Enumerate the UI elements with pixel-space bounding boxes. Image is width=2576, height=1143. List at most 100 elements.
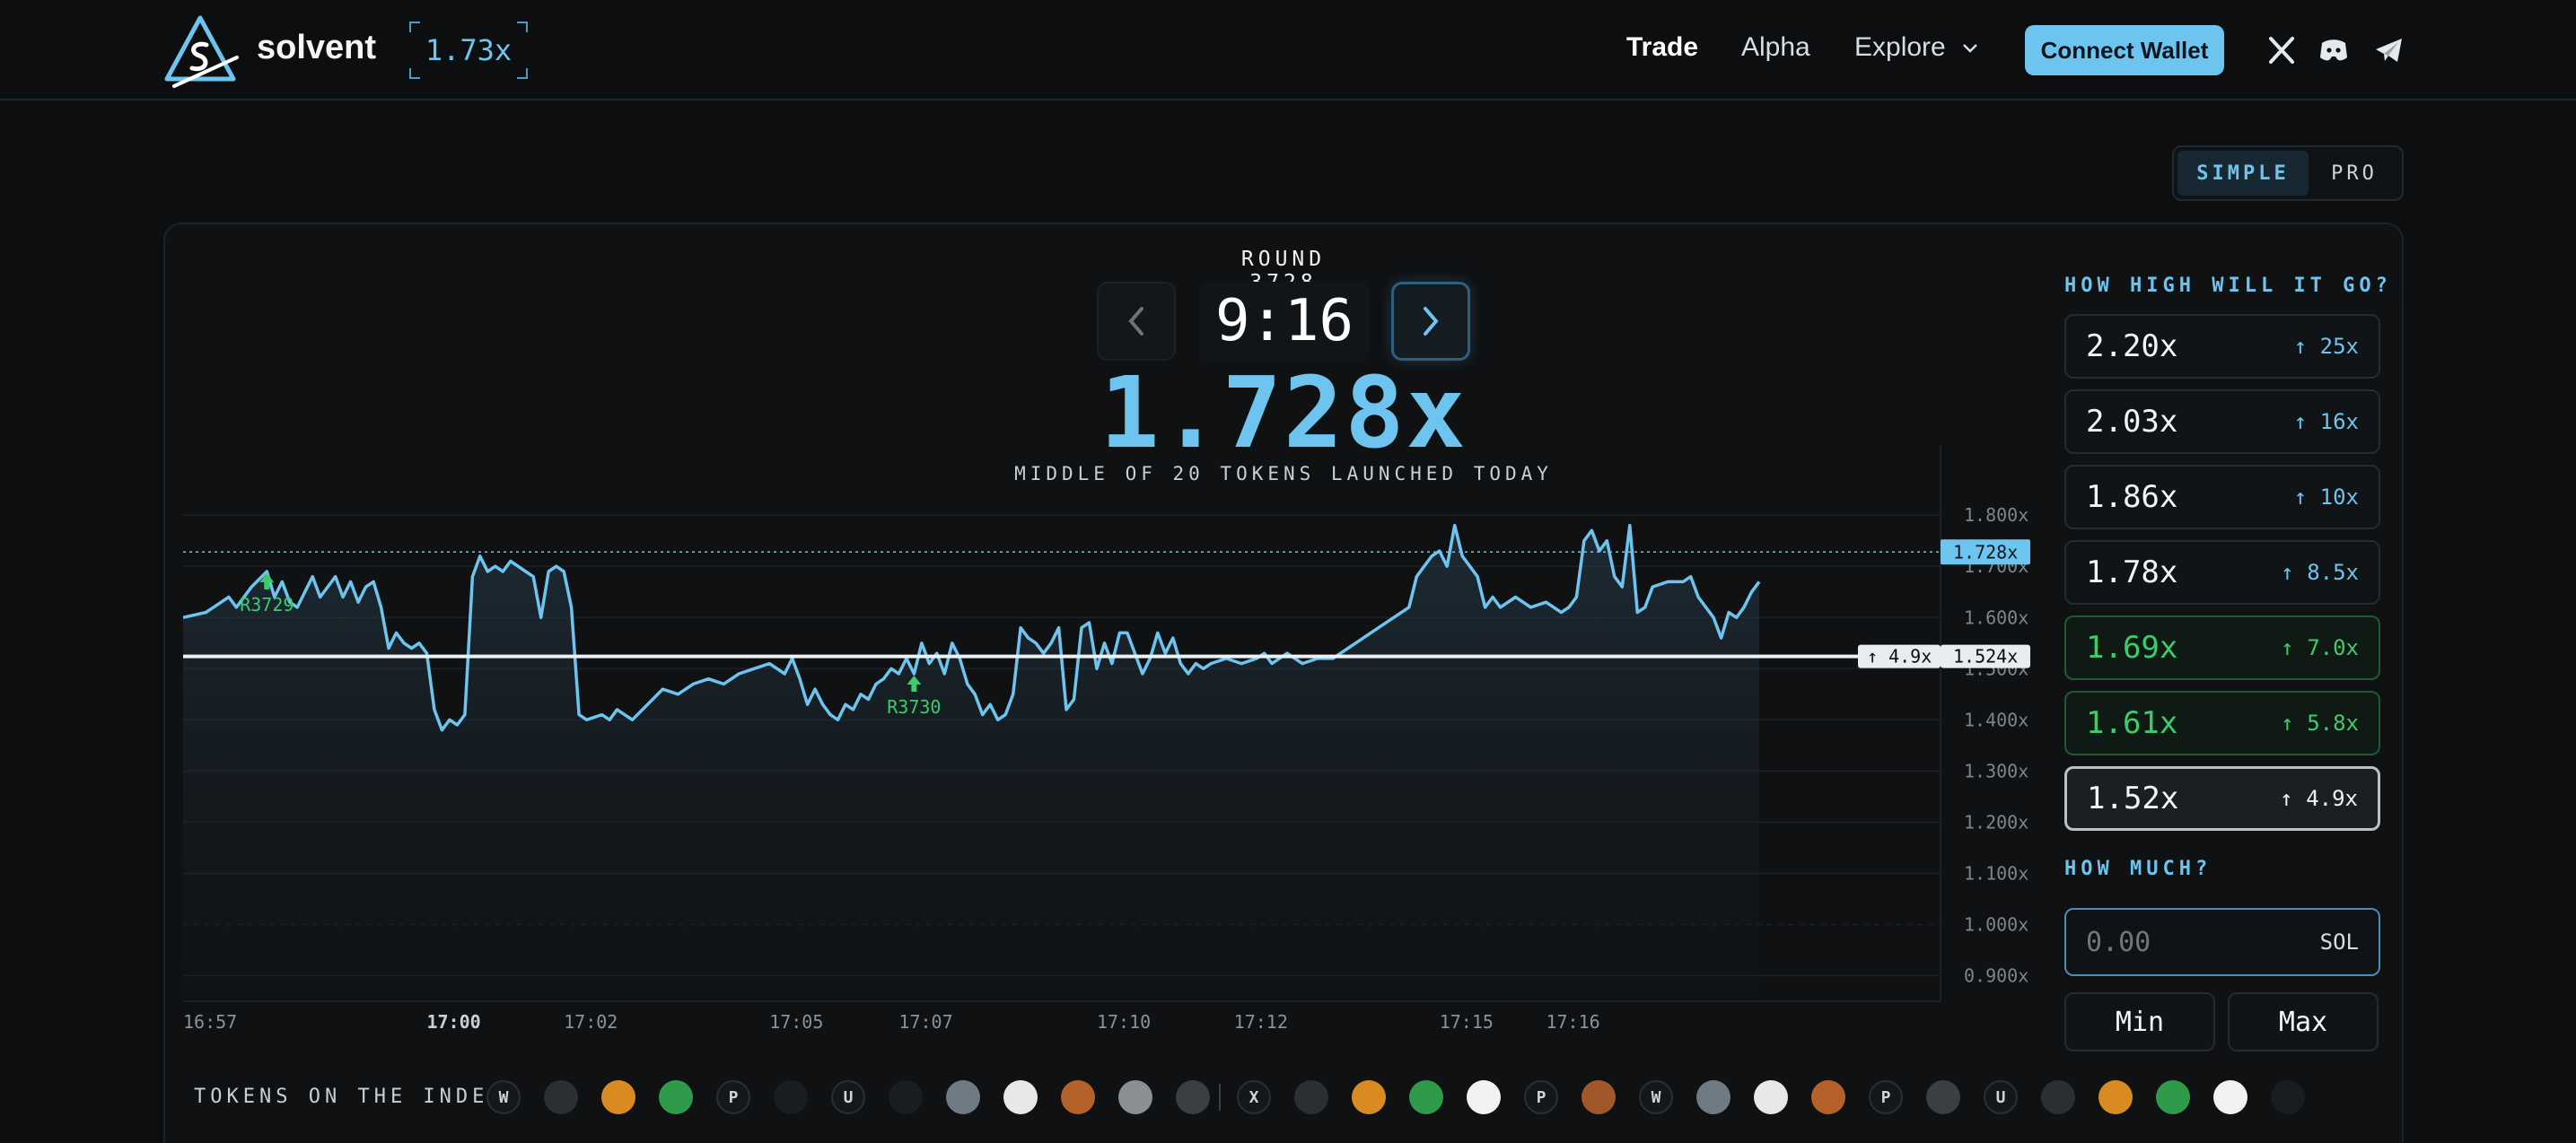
nav-explore-label: Explore	[1854, 32, 1946, 62]
mode-simple-tab[interactable]: SIMPLE	[2177, 151, 2309, 196]
token-icon[interactable]	[1582, 1080, 1616, 1114]
token-icon[interactable]: U	[1984, 1080, 2018, 1114]
target-option-value: 1.69x	[2086, 630, 2178, 666]
token-icon[interactable]	[2041, 1080, 2075, 1114]
token-icon[interactable]	[889, 1080, 923, 1114]
target-option-1-61x[interactable]: 1.61x ↑ 5.8x	[2064, 691, 2380, 755]
nav-trade[interactable]: Trade	[1626, 32, 1698, 63]
x-icon[interactable]	[2265, 34, 2298, 66]
token-icon[interactable]	[1118, 1080, 1152, 1114]
target-option-payout: ↑ 10x	[2293, 484, 2359, 510]
y-tick-label: 1.800x	[1964, 504, 2028, 526]
token-icon[interactable]: W	[1639, 1080, 1673, 1114]
mode-toggle: SIMPLE PRO	[2172, 145, 2404, 201]
target-option-payout: ↑ 8.5x	[2281, 560, 2359, 585]
price-area	[183, 525, 1759, 1001]
connect-wallet-button[interactable]: Connect Wallet	[2025, 25, 2224, 75]
how-high-title: HOW HIGH WILL IT GO?	[2064, 275, 2392, 297]
amount-unit: SOL	[2319, 929, 2359, 955]
x-tick-label: 17:00	[426, 1011, 480, 1033]
token-icon[interactable]	[1696, 1080, 1730, 1114]
min-button[interactable]: Min	[2064, 992, 2215, 1051]
token-icon[interactable]	[1061, 1080, 1095, 1114]
chevron-down-icon	[1963, 44, 1977, 53]
target-option-2-03x[interactable]: 2.03x ↑ 16x	[2064, 389, 2380, 454]
token-icon[interactable]	[2271, 1080, 2305, 1114]
token-icon[interactable]	[2098, 1080, 2133, 1114]
round-marker-label: R3730	[887, 696, 941, 718]
token-icon[interactable]	[1926, 1080, 1960, 1114]
how-much-title: HOW MUCH?	[2064, 858, 2212, 880]
discord-icon[interactable]	[2318, 34, 2350, 66]
token-icon[interactable]: P	[1524, 1080, 1558, 1114]
round-timer: 9:16	[1199, 282, 1370, 361]
previous-round-button[interactable]	[1097, 282, 1176, 361]
target-price-label: 1.524x	[1953, 646, 2018, 667]
token-icon[interactable]	[1409, 1080, 1443, 1114]
x-tick-label: 16:57	[183, 1011, 237, 1033]
multiplier-badge: 1.73x	[409, 22, 528, 79]
target-option-payout: ↑ 5.8x	[2281, 711, 2359, 736]
token-icon[interactable]	[1352, 1080, 1386, 1114]
x-tick-label: 17:15	[1440, 1011, 1494, 1033]
x-tick-label: 17:02	[564, 1011, 618, 1033]
target-option-value: 1.78x	[2086, 554, 2178, 590]
round-marker-label: R3729	[240, 594, 294, 615]
token-icon[interactable]	[1176, 1080, 1210, 1114]
token-icon[interactable]	[1811, 1080, 1845, 1114]
token-icon[interactable]	[659, 1080, 693, 1114]
target-option-1-69x[interactable]: 1.69x ↑ 7.0x	[2064, 615, 2380, 680]
x-tick-label: 17:07	[898, 1011, 952, 1033]
tokens-label: TOKENS ON THE INDEX	[194, 1086, 505, 1108]
target-option-payout: ↑ 7.0x	[2281, 635, 2359, 660]
target-option-value: 1.86x	[2086, 479, 2178, 515]
y-tick-label: 1.400x	[1964, 709, 2028, 730]
amount-input[interactable]	[2086, 926, 2265, 958]
token-icon[interactable]	[1467, 1080, 1501, 1114]
token-icon[interactable]	[544, 1080, 578, 1114]
mode-pro-tab[interactable]: PRO	[2314, 151, 2395, 196]
y-tick-label: 0.900x	[1964, 964, 2028, 986]
target-option-payout: ↑ 25x	[2293, 334, 2359, 359]
telegram-icon[interactable]	[2373, 34, 2405, 66]
x-tick-label: 17:05	[769, 1011, 823, 1033]
target-option-1-78x[interactable]: 1.78x ↑ 8.5x	[2064, 540, 2380, 605]
price-chart[interactable]: 1.800x1.700x1.600x1.500x1.400x1.300x1.20…	[183, 445, 2041, 1046]
token-icon[interactable]: W	[486, 1080, 521, 1114]
target-option-2-20x[interactable]: 2.20x ↑ 25x	[2064, 314, 2380, 379]
target-option-1-86x[interactable]: 1.86x ↑ 10x	[2064, 465, 2380, 529]
y-tick-label: 1.300x	[1964, 760, 2028, 781]
brand-name[interactable]: solvent	[257, 29, 376, 67]
max-button[interactable]: Max	[2228, 992, 2379, 1051]
token-icon[interactable]: P	[716, 1080, 750, 1114]
target-option-payout: ↑ 4.9x	[2280, 786, 2358, 811]
target-payout-label: ↑ 4.9x	[1867, 646, 1932, 667]
target-option-value: 1.61x	[2086, 705, 2178, 741]
token-icon[interactable]	[2156, 1080, 2190, 1114]
y-tick-label: 1.100x	[1964, 862, 2028, 884]
token-icon[interactable]: U	[831, 1080, 865, 1114]
x-tick-label: 17:16	[1546, 1011, 1599, 1033]
amount-field[interactable]: SOL	[2064, 908, 2380, 976]
target-option-1-52x[interactable]: 1.52x ↑ 4.9x	[2064, 766, 2380, 831]
nav-explore[interactable]: Explore	[1854, 32, 1978, 63]
token-icon[interactable]: X	[1237, 1080, 1271, 1114]
tokens-divider	[1219, 1084, 1221, 1111]
chevron-right-icon	[1424, 307, 1439, 336]
solvent-logo-icon[interactable]	[162, 13, 239, 90]
token-icon[interactable]	[1754, 1080, 1788, 1114]
token-icon[interactable]	[946, 1080, 980, 1114]
nav-alpha[interactable]: Alpha	[1741, 32, 1810, 63]
token-icon[interactable]	[601, 1080, 635, 1114]
next-round-button[interactable]	[1391, 282, 1470, 361]
target-option-value: 1.52x	[2087, 781, 2179, 816]
token-icon[interactable]: P	[1869, 1080, 1903, 1114]
token-icon[interactable]	[2213, 1080, 2247, 1114]
y-tick-label: 1.000x	[1964, 913, 2028, 935]
top-nav: solvent 1.73x Trade Alpha Explore Connec…	[0, 0, 2576, 100]
token-icon[interactable]	[1294, 1080, 1328, 1114]
target-option-value: 2.20x	[2086, 328, 2178, 364]
y-tick-label: 1.600x	[1964, 606, 2028, 628]
token-icon[interactable]	[1003, 1080, 1038, 1114]
token-icon[interactable]	[774, 1080, 808, 1114]
